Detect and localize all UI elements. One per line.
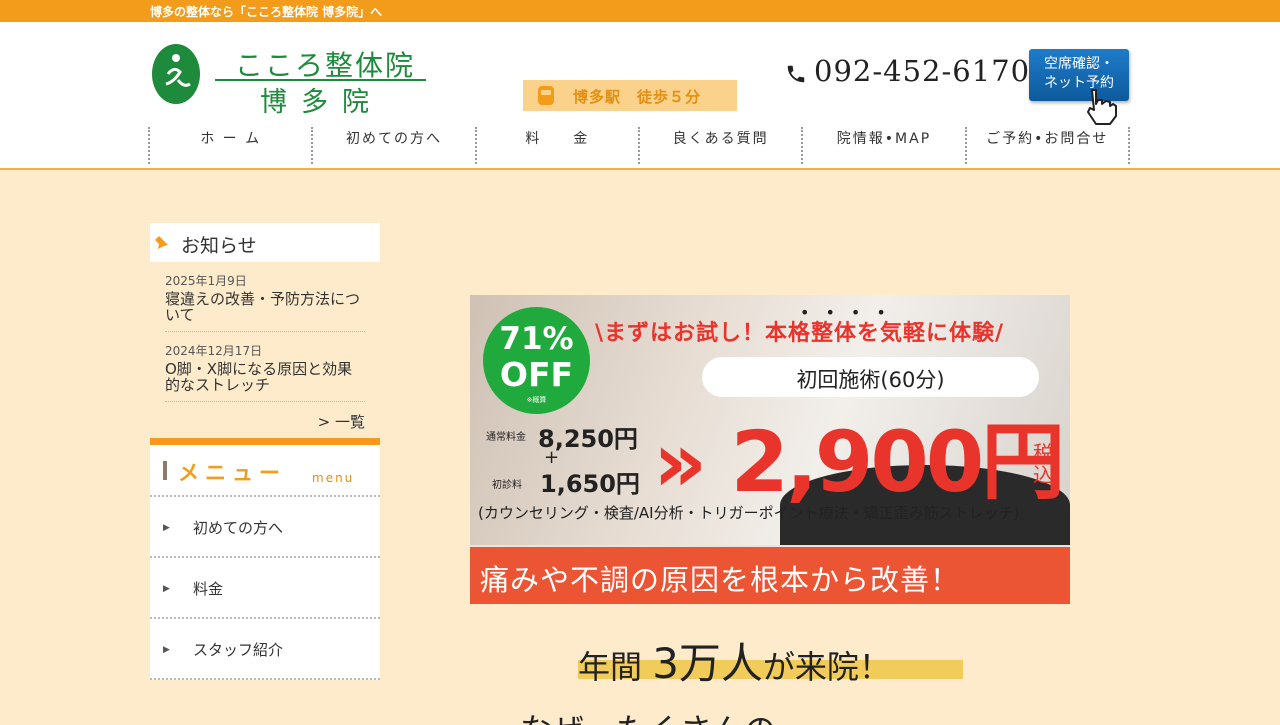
tax-included-label: 税込	[1033, 441, 1053, 487]
logo-name[interactable]: こころ整体院	[235, 44, 415, 84]
net-reserve-line1: 空席確認・	[1044, 56, 1114, 72]
news-more-link[interactable]: > 一覧	[150, 402, 380, 438]
menu-item-label: 料金	[193, 580, 224, 598]
news-date: 2025年1月9日	[165, 274, 247, 288]
banner-ribbon: 痛みや不調の原因を根本から改善！	[470, 547, 1070, 604]
menu-item-label: 初めての方へ	[193, 519, 284, 537]
menu-subheading: menu	[312, 471, 355, 485]
nav-home[interactable]: ホ ー ム	[148, 127, 311, 164]
pointer-hand-icon	[1087, 89, 1117, 125]
session-label: 初回施術(60分)	[796, 368, 945, 392]
train-icon	[538, 86, 554, 105]
visitor-count-heading: 年間 3万人が来院！	[578, 630, 963, 688]
menu-heading: メニュー	[178, 461, 286, 485]
discount-percent: 71%	[499, 321, 574, 357]
news-list: 2025年1月9日 寝違えの改善・予防方法について 2024年12月17日 O脚…	[150, 262, 380, 402]
nav-first-visit[interactable]: 初めての方へ	[311, 127, 474, 164]
session-bubble: 初回施術(60分)	[702, 357, 1039, 397]
regular-price-label: 通常料金	[486, 432, 526, 443]
global-nav: ホ ー ム 初めての方へ 料 金 良くある質問 院情報•MAP ご予約•お問合せ	[148, 127, 1130, 164]
sidebar: お知らせ 2025年1月9日 寝違えの改善・予防方法について 2024年12月1…	[150, 223, 380, 680]
phone-number[interactable]: 092-452-6170	[814, 54, 1030, 88]
nav-faq[interactable]: 良くある質問	[637, 127, 801, 164]
menu-item-label: スタッフ紹介	[193, 641, 284, 659]
nav-price[interactable]: 料 金	[474, 127, 638, 164]
access-text: 博多駅 徒歩５分	[573, 88, 702, 106]
access-badge: 博多駅 徒歩５分	[523, 80, 737, 111]
visitor-pre: 年間	[578, 648, 653, 686]
news-item[interactable]: 2024年12月17日 O脚・X脚になる原因と効果的なストレッチ	[165, 332, 365, 402]
treatment-detail: (カウンセリング・検査/AI分析・トリガーポイント療法・矯正歪み筋ストレッチ)	[478, 504, 1020, 522]
news-date: 2024年12月17日	[165, 344, 263, 358]
triangle-right-icon: ▶	[163, 645, 170, 655]
top-bar: 博多の整体なら「こころ整体院 博多院」へ	[0, 0, 1280, 22]
menu-header: メニュー menu	[150, 445, 380, 497]
news-header: お知らせ	[150, 223, 380, 262]
initial-fee-label: 初診料	[492, 480, 522, 491]
logo-icon[interactable]	[152, 44, 200, 104]
triangle-right-icon: ▶	[163, 523, 170, 533]
discount-note: ※概算	[526, 396, 547, 404]
ribbon-text: 痛みや不調の原因を根本から改善！	[480, 563, 961, 597]
menu-item-price[interactable]: ▶ 料金	[150, 558, 380, 619]
menu-item-first-visit[interactable]: ▶ 初めての方へ	[150, 497, 380, 558]
nav-contact[interactable]: ご予約•お問合せ	[964, 127, 1130, 164]
triangle-right-icon: ▶	[163, 584, 170, 594]
news-title[interactable]: 寝違えの改善・予防方法について	[165, 291, 365, 323]
discount-badge: 71% OFF ※概算	[483, 307, 590, 414]
banner-catchcopy: \まずはお試し！本格整体を気軽に体験/	[595, 321, 1005, 346]
news-title[interactable]: O脚・X脚になる原因と効果的なストレッチ	[165, 361, 365, 393]
news-item[interactable]: 2025年1月9日 寝違えの改善・予防方法について	[165, 262, 365, 332]
pin-icon	[155, 236, 168, 249]
news-heading: お知らせ	[181, 235, 257, 257]
trial-price: » 2,900円	[653, 413, 1065, 511]
visitor-post: が来院！	[762, 648, 891, 686]
next-section-heading: なぜ、たくさんの	[520, 705, 870, 725]
nav-access[interactable]: 院情報•MAP	[801, 127, 964, 164]
menu-header-bar	[163, 461, 167, 480]
phone-icon	[787, 65, 805, 83]
menu-box: メニュー menu ▶ 初めての方へ ▶ 料金 ▶ スタッフ紹介	[150, 438, 380, 680]
discount-off: OFF	[499, 355, 574, 394]
initial-fee-value: 1,650円	[540, 470, 640, 498]
menu-item-staff[interactable]: ▶ スタッフ紹介	[150, 619, 380, 680]
visitor-number: 3万人	[652, 639, 763, 688]
logo-branch[interactable]: 博多院	[260, 80, 383, 119]
trial-offer-banner[interactable]: •••• 71% OFF ※概算 \まずはお試し！本格整体を気軽に体験/ 初回施…	[470, 295, 1070, 604]
top-bar-text: 博多の整体なら「こころ整体院 博多院」へ	[150, 5, 383, 19]
